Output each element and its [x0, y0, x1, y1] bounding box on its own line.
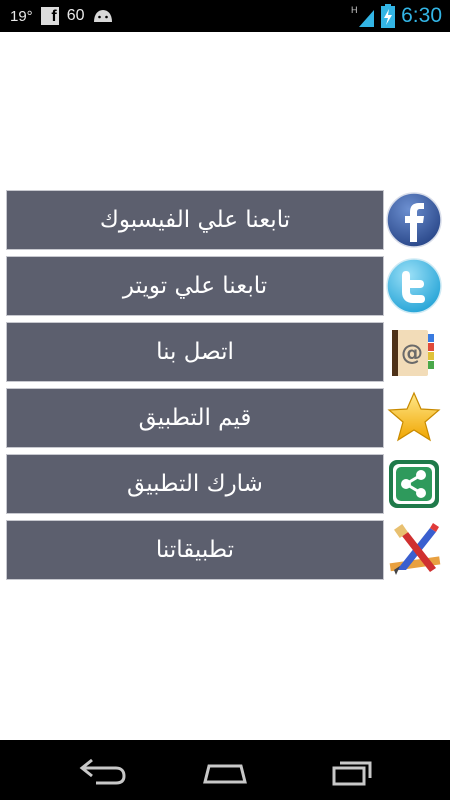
- our-apps-button[interactable]: تطبيقاتنا: [6, 520, 384, 580]
- notification-count: 60: [66, 7, 85, 24]
- navigation-bar: [0, 740, 450, 800]
- back-icon[interactable]: [70, 750, 130, 790]
- apps-tools-icon[interactable]: [386, 522, 442, 578]
- svg-text:@: @: [401, 341, 423, 366]
- menu-item-rate[interactable]: قيم التطبيق: [6, 388, 446, 448]
- temperature: 19°: [10, 7, 33, 25]
- menu-item-share[interactable]: شارك التطبيق: [6, 454, 446, 514]
- clock: 6:30: [401, 4, 442, 27]
- menu-item-contact[interactable]: اتصل بنا @: [6, 322, 446, 382]
- star-icon[interactable]: [386, 390, 442, 446]
- share-app-button[interactable]: شارك التطبيق: [6, 454, 384, 514]
- contact-us-button[interactable]: اتصل بنا: [6, 322, 384, 382]
- facebook-notification-icon: f: [40, 7, 59, 25]
- follow-twitter-button[interactable]: تابعنا علي تويتر: [6, 256, 384, 316]
- status-left: 19° f 60: [10, 0, 114, 32]
- menu-item-facebook[interactable]: تابعنا علي الفيسبوك: [6, 190, 446, 250]
- menu-item-twitter[interactable]: تابعنا علي تويتر: [6, 256, 446, 316]
- rate-app-button[interactable]: قيم التطبيق: [6, 388, 384, 448]
- follow-facebook-button[interactable]: تابعنا علي الفيسبوك: [6, 190, 384, 250]
- twitter-icon[interactable]: [386, 258, 442, 314]
- status-bar: 19° f 60 H 6:30: [0, 0, 450, 32]
- main-menu: تابعنا علي الفيسبوك تابعنا علي تويتر اتص…: [6, 190, 446, 586]
- share-icon[interactable]: [386, 456, 442, 512]
- facebook-icon[interactable]: [386, 192, 442, 248]
- menu-item-our-apps[interactable]: تطبيقاتنا: [6, 520, 446, 580]
- network-type: H: [351, 5, 358, 15]
- signal-icon: H: [351, 5, 375, 27]
- recent-apps-icon[interactable]: [322, 750, 382, 790]
- battery-charging-icon: [381, 4, 396, 28]
- android-icon: [94, 10, 113, 22]
- status-right: H 6:30: [351, 0, 442, 32]
- home-icon[interactable]: [195, 750, 255, 790]
- address-book-icon[interactable]: @: [386, 324, 442, 380]
